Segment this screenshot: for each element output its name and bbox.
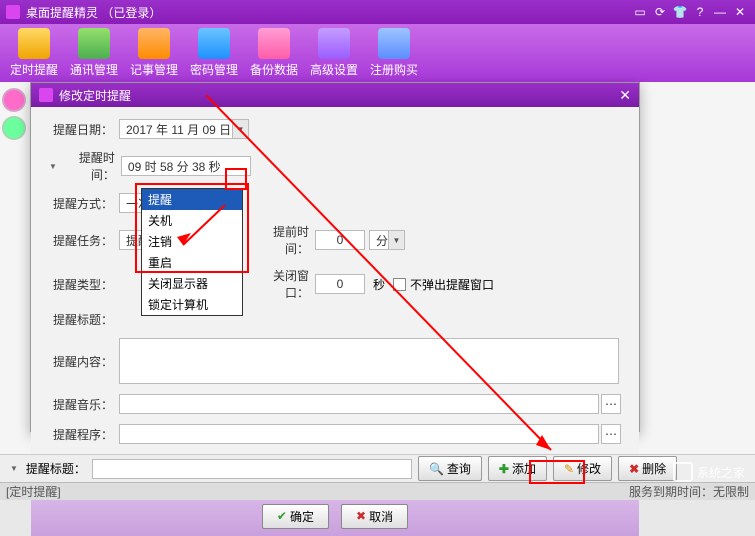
advance-value-field[interactable]: 0 — [315, 230, 365, 250]
label-date: 提醒日期： — [49, 121, 113, 138]
main-toolbar: 定时提醒 通讯管理 记事管理 密码管理 备份数据 高级设置 注册购买 — [0, 24, 755, 82]
close-icon[interactable]: ✕ — [731, 3, 749, 21]
bottom-bar: ▼ 提醒标题： 🔍查询 ✚添加 ✎修改 ✖删除 — [0, 454, 755, 482]
toolbar-contacts[interactable]: 通讯管理 — [70, 28, 118, 78]
x-icon: ✖ — [356, 509, 366, 523]
search-icon: 🔍 — [429, 462, 444, 476]
lock-icon — [198, 28, 230, 59]
check-icon: ✔ — [277, 509, 287, 523]
ok-button[interactable]: ✔确定 — [262, 504, 329, 529]
contacts-icon — [78, 28, 110, 59]
close-unit-label: 秒 — [373, 276, 385, 293]
help-icon[interactable]: ? — [691, 3, 709, 21]
dialog-logo-icon — [39, 88, 53, 102]
cancel-button[interactable]: ✖取消 — [341, 504, 408, 529]
label-time: 提醒时间： — [59, 149, 115, 183]
gear-icon — [318, 28, 350, 59]
annotation-box-dropdown-list — [135, 183, 249, 273]
side-clock-pink-icon[interactable] — [2, 88, 26, 112]
window-title: 桌面提醒精灵 （已登录） — [26, 4, 161, 21]
collapse-icon[interactable]: ▼ — [49, 162, 57, 171]
toolbar-passwords[interactable]: 密码管理 — [190, 28, 238, 78]
skin-icon[interactable]: 👕 — [671, 3, 689, 21]
toolbar-register[interactable]: 注册购买 — [370, 28, 418, 78]
query-button[interactable]: 🔍查询 — [418, 456, 482, 481]
toolbar-notes[interactable]: 记事管理 — [130, 28, 178, 78]
label-type: 提醒类型： — [49, 276, 113, 293]
label-task: 提醒任务： — [49, 232, 113, 249]
plus-icon: ✚ — [499, 462, 509, 476]
program-browse-button[interactable]: ⋯ — [601, 424, 621, 444]
collapse-icon[interactable]: ▼ — [10, 464, 18, 473]
title-search-input[interactable] — [92, 459, 412, 479]
close-value-field[interactable]: 0 — [315, 274, 365, 294]
no-popup-label: 不弹出提醒窗口 — [410, 276, 494, 293]
minimize-icon[interactable]: — — [711, 3, 729, 21]
label-content: 提醒内容： — [49, 353, 113, 370]
program-field[interactable] — [119, 424, 599, 444]
status-right: 服务到期时间：无限制 — [629, 483, 749, 500]
toolbar-timed-reminder[interactable]: 定时提醒 — [10, 28, 58, 78]
toolbar-advanced[interactable]: 高级设置 — [310, 28, 358, 78]
notes-icon — [138, 28, 170, 59]
label-advance: 提前时间： — [251, 223, 309, 257]
no-popup-checkbox[interactable] — [393, 278, 406, 291]
backup-icon — [258, 28, 290, 59]
status-left: [定时提醒] — [6, 483, 61, 500]
dialog-title: 修改定时提醒 — [59, 87, 131, 104]
annotation-box-add-button — [529, 460, 585, 484]
music-browse-button[interactable]: ⋯ — [601, 394, 621, 414]
x-icon: ✖ — [629, 462, 639, 476]
dialog-close-icon[interactable]: ✕ — [619, 87, 631, 104]
chevron-down-icon[interactable]: ▼ — [232, 120, 248, 138]
chevron-down-icon[interactable]: ▼ — [388, 231, 404, 249]
task-option-monitor-off[interactable]: 关闭显示器 — [142, 273, 242, 294]
clock-icon — [18, 28, 50, 59]
side-clock-green-icon[interactable] — [2, 116, 26, 140]
advance-unit-select[interactable]: 分▼ — [369, 230, 405, 250]
delete-button[interactable]: ✖删除 — [618, 456, 677, 481]
toolbar-backup[interactable]: 备份数据 — [250, 28, 298, 78]
content-textarea[interactable] — [119, 338, 619, 384]
label-title: 提醒标题： — [49, 311, 113, 328]
label-program: 提醒程序： — [49, 426, 113, 443]
label-mode: 提醒方式： — [49, 195, 113, 212]
label-music: 提醒音乐： — [49, 396, 113, 413]
bottom-label: 提醒标题： — [26, 460, 86, 477]
app-logo-icon — [6, 5, 20, 19]
refresh-icon[interactable]: ⟳ — [651, 3, 669, 21]
task-option-lock[interactable]: 锁定计算机 — [142, 294, 242, 315]
house-icon — [673, 462, 693, 482]
music-field[interactable] — [119, 394, 599, 414]
watermark: 系统之家 — [673, 462, 745, 482]
monitor-icon[interactable]: ▭ — [631, 3, 649, 21]
edit-reminder-dialog: 修改定时提醒 ✕ 提醒日期： 2017 年 11 月 09 日▼ ▼ 提醒时间：… — [30, 82, 640, 432]
label-close-window: 关闭窗口： — [251, 267, 309, 301]
date-field[interactable]: 2017 年 11 月 09 日▼ — [119, 119, 249, 139]
cart-icon — [378, 28, 410, 59]
